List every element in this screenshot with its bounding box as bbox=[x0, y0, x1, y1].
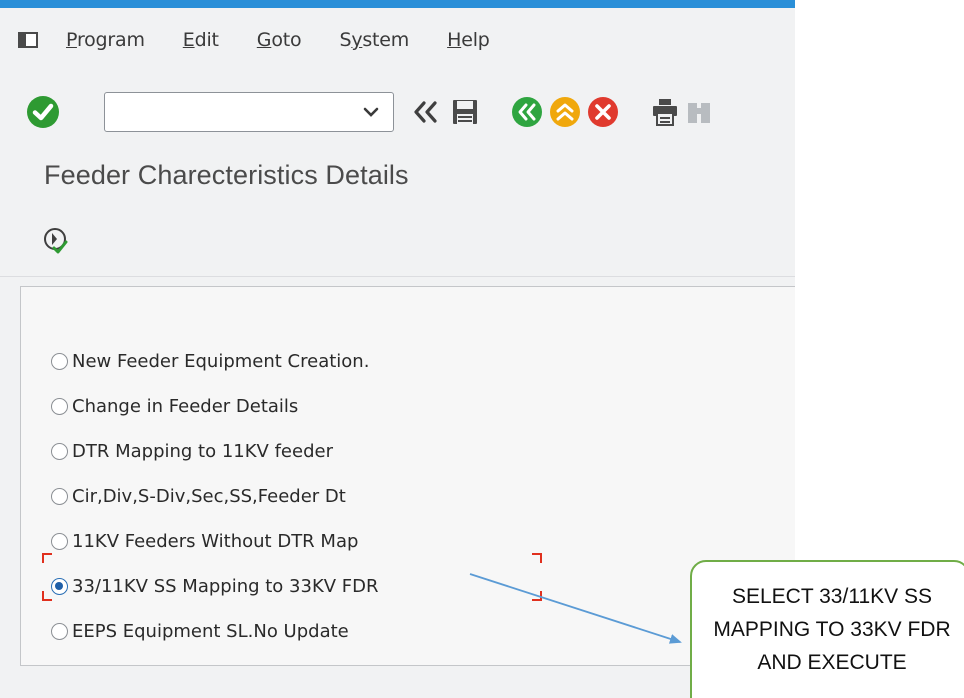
menu-help[interactable]: Help bbox=[447, 29, 490, 51]
radio-button[interactable] bbox=[51, 623, 68, 640]
page-title: Feeder Charecteristics Details bbox=[44, 160, 409, 190]
focus-corner-top-right bbox=[532, 553, 542, 563]
menu-edit[interactable]: Edit bbox=[183, 29, 219, 51]
save-icon[interactable] bbox=[446, 93, 484, 131]
focus-corner-bottom-left bbox=[42, 591, 52, 601]
option-dtr-mapping-to-11kv-feeder[interactable]: DTR Mapping to 11KV feeder bbox=[51, 429, 379, 474]
command-field[interactable] bbox=[104, 92, 394, 132]
back-icon[interactable] bbox=[508, 93, 546, 131]
option-label: Change in Feeder Details bbox=[72, 396, 299, 417]
option-label: Cir,Div,S-Div,Sec,SS,Feeder Dt bbox=[72, 486, 346, 507]
standard-toolbar bbox=[0, 82, 795, 142]
focus-corner-top-left bbox=[42, 553, 52, 563]
dropdown-chevron-icon[interactable] bbox=[361, 101, 381, 123]
option-label: DTR Mapping to 11KV feeder bbox=[72, 441, 333, 462]
option-label: 11KV Feeders Without DTR Map bbox=[72, 531, 359, 552]
exit-icon[interactable] bbox=[546, 93, 584, 131]
window-top-stripe bbox=[0, 0, 795, 8]
sap-window: Program Edit Goto System Help Feeder Cha… bbox=[0, 0, 795, 698]
enter-check-icon[interactable] bbox=[24, 93, 62, 131]
radio-button[interactable] bbox=[51, 398, 68, 415]
focus-corner-bottom-right bbox=[532, 591, 542, 601]
menu-goto[interactable]: Goto bbox=[257, 29, 302, 51]
menu-program[interactable]: Program bbox=[66, 29, 145, 51]
radio-button[interactable] bbox=[51, 353, 68, 370]
toolbar-separator bbox=[0, 276, 795, 277]
instruction-callout: SELECT 33/11KV SS MAPPING TO 33KV FDR AN… bbox=[690, 560, 964, 698]
radio-button[interactable] bbox=[51, 488, 68, 505]
execute-icon bbox=[44, 228, 68, 254]
option-eeps-equipment-slno-update[interactable]: EEPS Equipment SL.No Update bbox=[51, 609, 379, 654]
option-label: EEPS Equipment SL.No Update bbox=[72, 621, 349, 642]
double-chevron-left-icon[interactable] bbox=[408, 93, 446, 131]
menu-system[interactable]: System bbox=[339, 29, 409, 51]
radio-option-list: New Feeder Equipment Creation. Change in… bbox=[51, 339, 379, 654]
radio-button-selected[interactable] bbox=[51, 578, 68, 595]
menu-bar: Program Edit Goto System Help bbox=[0, 8, 795, 72]
cancel-icon[interactable] bbox=[584, 93, 622, 131]
option-11kv-feeders-without-dtr-map[interactable]: 11KV Feeders Without DTR Map bbox=[51, 519, 379, 564]
radio-button[interactable] bbox=[51, 443, 68, 460]
option-label: 33/11KV SS Mapping to 33KV FDR bbox=[72, 576, 379, 597]
option-cir-div-feeder-dt[interactable]: Cir,Div,S-Div,Sec,SS,Feeder Dt bbox=[51, 474, 379, 519]
selection-panel: New Feeder Equipment Creation. Change in… bbox=[20, 286, 795, 666]
callout-text: SELECT 33/11KV SS MAPPING TO 33KV FDR AN… bbox=[713, 585, 951, 674]
print-icon[interactable] bbox=[646, 93, 684, 131]
command-input[interactable] bbox=[105, 93, 355, 129]
option-change-in-feeder-details[interactable]: Change in Feeder Details bbox=[51, 384, 379, 429]
option-new-feeder-equipment-creation[interactable]: New Feeder Equipment Creation. bbox=[51, 339, 379, 384]
execute-button[interactable] bbox=[42, 226, 72, 256]
option-label: New Feeder Equipment Creation. bbox=[72, 351, 370, 372]
radio-button[interactable] bbox=[51, 533, 68, 550]
menu-toggle-icon[interactable] bbox=[18, 32, 38, 48]
find-icon[interactable] bbox=[684, 93, 722, 131]
option-33-11kv-ss-mapping-to-33kv-fdr[interactable]: 33/11KV SS Mapping to 33KV FDR bbox=[51, 564, 379, 609]
